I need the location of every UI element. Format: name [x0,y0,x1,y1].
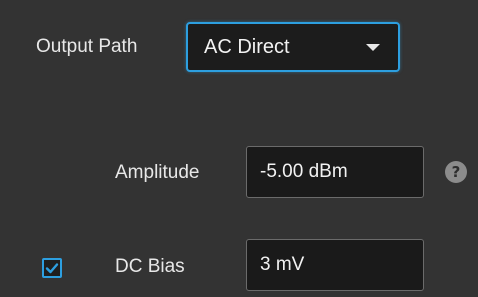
output-path-label: Output Path [36,36,138,57]
amplitude-value: -5.00 dBm [260,161,348,182]
settings-panel: Output Path AC Direct Amplitude -5.00 dB… [0,0,478,297]
checkmark-icon [45,263,59,274]
output-path-selected-value: AC Direct [204,36,290,58]
output-path-dropdown[interactable]: AC Direct [186,22,400,72]
dc-bias-value: 3 mV [260,254,305,275]
amplitude-input[interactable]: -5.00 dBm [246,146,424,198]
amplitude-label: Amplitude [115,162,200,183]
help-icon[interactable]: ? [445,161,467,183]
chevron-down-icon [366,44,380,51]
dc-bias-label: DC Bias [115,256,185,277]
dc-bias-checkbox[interactable] [42,258,62,278]
dc-bias-input[interactable]: 3 mV [246,239,424,291]
